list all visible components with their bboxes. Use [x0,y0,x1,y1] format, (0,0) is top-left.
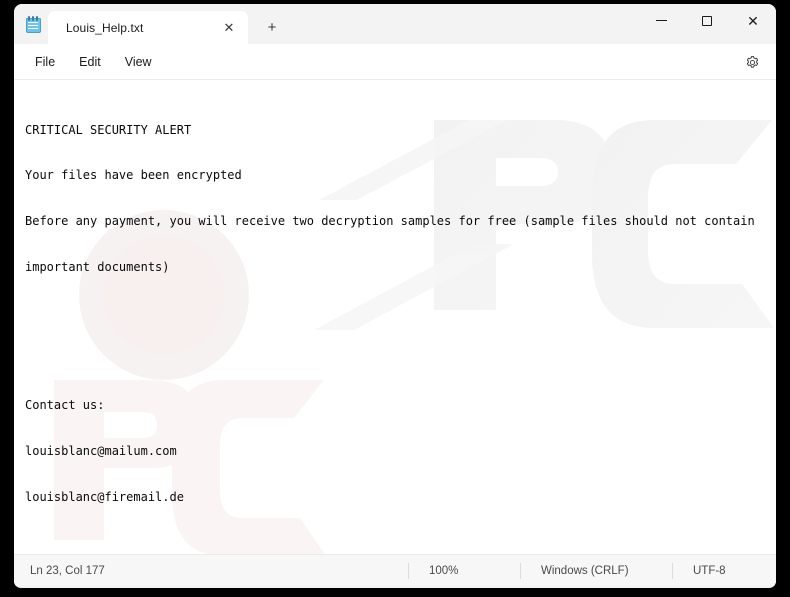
settings-button[interactable] [738,49,766,75]
gear-icon [746,55,758,68]
minimize-button[interactable] [638,4,684,37]
title-bar: Louis_Help.txt ✕ + ✕ [14,4,776,44]
menu-edit[interactable]: Edit [68,50,112,74]
note-text[interactable]: CRITICAL SECURITY ALERT Your files have … [14,80,776,554]
text-line: louisblanc@mailum.com [25,443,177,458]
text-line: Contact us: [25,397,105,412]
tab-strip: Louis_Help.txt ✕ + [14,4,289,44]
status-bar: Ln 23, Col 177 100% Windows (CRLF) UTF-8 [14,554,776,586]
caption-buttons: ✕ [638,4,776,37]
close-icon: ✕ [747,12,759,29]
text-line [25,352,776,367]
text-line: Your files have been encrypted [25,168,242,183]
status-zoom-level[interactable]: 100% [408,562,520,579]
menu-bar: File Edit View [14,44,776,80]
maximize-icon [702,15,712,26]
text-line: CRITICAL SECURITY ALERT [25,122,192,137]
tab-louis-help[interactable]: Louis_Help.txt ✕ [48,11,248,44]
tab-title: Louis_Help.txt [66,20,144,35]
maximize-button[interactable] [684,4,730,37]
status-line-column: Ln 23, Col 177 [30,564,105,577]
close-window-button[interactable]: ✕ [730,4,776,37]
close-tab-icon[interactable]: ✕ [216,16,242,40]
new-tab-button[interactable]: + [255,11,289,44]
menu-file[interactable]: File [24,50,66,74]
notepad-window: Louis_Help.txt ✕ + ✕ File Edit View CRIT… [14,4,776,588]
text-line: louisblanc@firemail.de [25,489,184,504]
text-line: Before any payment, you will receive two… [25,214,755,229]
text-line [25,306,776,321]
text-editor-area[interactable]: CRITICAL SECURITY ALERT Your files have … [14,80,776,554]
menu-view[interactable]: View [114,50,163,74]
text-line [25,536,776,551]
minimize-icon [655,20,667,21]
notepad-icon [14,4,48,44]
status-line-ending[interactable]: Windows (CRLF) [520,562,672,579]
text-line: important documents) [25,260,170,275]
status-encoding[interactable]: UTF-8 [672,562,772,579]
